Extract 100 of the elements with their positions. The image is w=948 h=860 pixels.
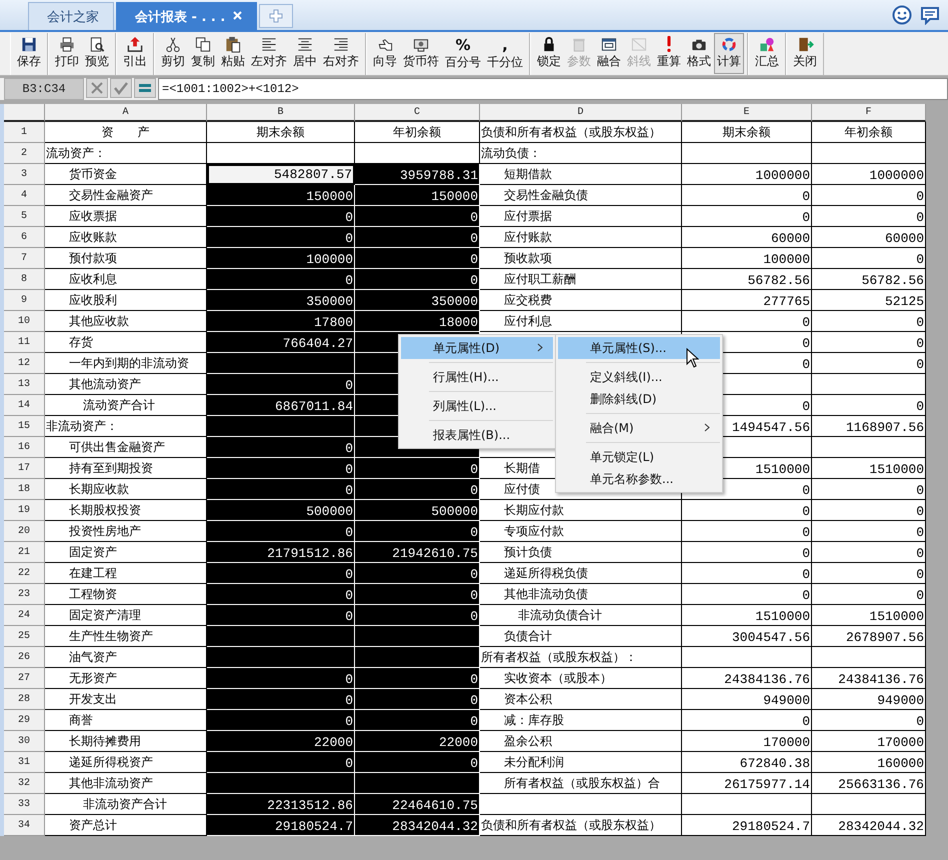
row-header[interactable]: 14 [4,395,45,416]
table-cell: 预计负债 [480,542,682,563]
toolbar-button[interactable]: 货币符 [400,33,442,74]
table-cell: 0 [207,437,355,458]
row-header[interactable]: 21 [4,542,45,563]
column-header[interactable]: A [45,104,207,122]
cancel-button[interactable] [86,78,108,98]
column-header[interactable]: F [812,104,926,122]
table-cell: 277765 [682,290,812,311]
column-header[interactable]: B [207,104,355,122]
table-cell: 28342044.32 [812,815,926,836]
tab[interactable]: 会计之家 [28,2,114,30]
toolbar-button[interactable]: 预览 [82,33,112,74]
new-tab-button[interactable] [259,4,294,28]
formula-field[interactable]: =<1001:1002>+<1012> [158,78,948,100]
row-header[interactable]: 31 [4,752,45,773]
row-header[interactable]: 7 [4,248,45,269]
table-cell: 0 [355,479,480,500]
column-header[interactable]: C [355,104,480,122]
toolbar-button[interactable]: 汇总 [752,33,782,74]
table-cell: 0 [682,584,812,605]
row-header[interactable]: 4 [4,185,45,206]
row-header[interactable]: 15 [4,416,45,437]
row-header[interactable]: 3 [4,164,45,185]
smiley-icon[interactable] [892,5,912,25]
toolbar-button[interactable]: 关闭 [790,33,820,74]
toolbar-button[interactable]: 右对齐 [320,33,362,74]
menu-item[interactable]: 单元属性(S)... [558,337,720,359]
toolbar-button[interactable]: 向导 [370,33,400,74]
table-cell: 资 产 [45,122,207,143]
table-cell: 0 [207,584,355,605]
column-header[interactable]: D [480,104,682,122]
row-header[interactable]: 13 [4,374,45,395]
row-header[interactable]: 24 [4,605,45,626]
toolbar-button[interactable]: 计算 [714,33,744,74]
table-cell: 流动负债： [480,143,682,164]
row-header[interactable]: 10 [4,311,45,332]
row-header[interactable]: 18 [4,479,45,500]
row-header[interactable]: 2 [4,143,45,164]
row-header[interactable]: 16 [4,437,45,458]
toolbar-button[interactable]: 复制 [188,33,218,74]
table-cell: 0 [207,668,355,689]
row-header[interactable]: 5 [4,206,45,227]
row-header[interactable]: 27 [4,668,45,689]
row-header[interactable]: 1 [4,122,45,143]
toolbar-button[interactable]: 融合 [594,33,624,74]
tab[interactable]: 会计报表 - . . . [116,2,258,30]
exclamation-icon [667,36,671,52]
toolbar-button[interactable]: 剪切 [158,33,188,74]
toolbar-button[interactable]: 格式 [684,33,714,74]
column-header[interactable]: E [682,104,812,122]
toolbar-button[interactable]: 粘贴 [218,33,248,74]
row-header[interactable]: 12 [4,353,45,374]
row-header[interactable]: 8 [4,269,45,290]
save-icon [20,36,38,53]
equals-button[interactable] [134,78,156,98]
table-cell: 350000 [355,290,480,311]
row-header[interactable]: 17 [4,458,45,479]
row-header[interactable]: 29 [4,710,45,731]
table-cell: 1000000 [682,164,812,185]
row-header[interactable]: 23 [4,584,45,605]
row-header[interactable]: 32 [4,773,45,794]
row-header[interactable]: 33 [4,794,45,815]
table-cell: 年初余额 [355,122,480,143]
toolbar-button[interactable]: 打印 [52,33,82,74]
table-cell: 0 [207,458,355,479]
toolbar-button[interactable]: 保存 [14,33,44,74]
table-cell: 所有者权益（或股东权益）： [480,647,682,668]
toolbar-button[interactable]: 引出 [120,33,150,74]
row-header[interactable]: 22 [4,563,45,584]
toolbar-button[interactable]: 重算 [654,33,684,74]
align-left-icon [260,36,278,53]
row-header[interactable]: 30 [4,731,45,752]
message-icon[interactable] [920,5,940,25]
row-header[interactable]: 20 [4,521,45,542]
menu-item[interactable]: 列属性(L)... [401,395,553,417]
select-all-button[interactable] [4,104,45,122]
toolbar-button[interactable]: 左对齐 [248,33,290,74]
table-cell: 0 [207,689,355,710]
table-cell: 0 [812,500,926,521]
row-header[interactable]: 6 [4,227,45,248]
toolbar-button[interactable]: , 千分位 [484,33,526,74]
row-header[interactable]: 19 [4,500,45,521]
toolbar-button[interactable]: 锁定 [534,33,564,74]
row-header[interactable]: 28 [4,689,45,710]
toolbar-button[interactable]: % 百分号 [442,33,484,74]
row-header[interactable]: 26 [4,647,45,668]
row-header[interactable]: 34 [4,815,45,836]
toolbar-button[interactable]: 居中 [290,33,320,74]
row-header[interactable]: 9 [4,290,45,311]
table-cell: 0 [207,605,355,626]
row-header[interactable]: 25 [4,626,45,647]
cell-range-box[interactable]: B3:C34 [4,78,84,100]
table-cell: 1000000 [812,164,926,185]
table-cell: 22000 [355,731,480,752]
row-header[interactable]: 11 [4,332,45,353]
menu-item[interactable]: 单元属性(D) [401,337,553,359]
menu-item[interactable]: 报表属性(B)... [401,424,553,446]
menu-item[interactable]: 行属性(H)... [401,366,553,388]
confirm-button[interactable] [110,78,132,98]
